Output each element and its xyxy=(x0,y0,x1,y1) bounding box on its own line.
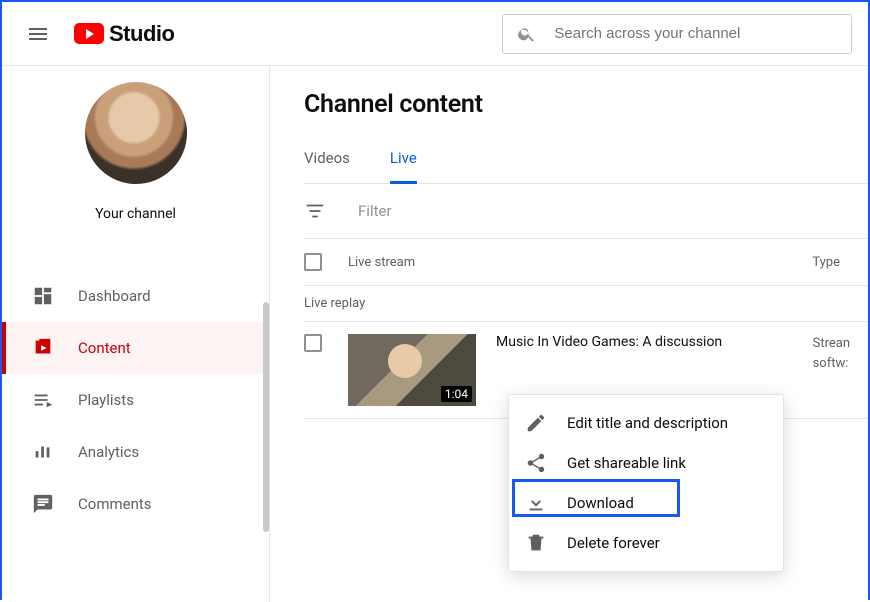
filter-icon xyxy=(304,200,326,222)
type-line: Strean xyxy=(813,334,850,354)
header-bar: Studio xyxy=(2,2,868,66)
thumb-figure xyxy=(388,344,422,378)
menu-item-label: Edit title and description xyxy=(567,414,728,432)
pencil-icon xyxy=(525,412,547,434)
sidebar-item-label: Analytics xyxy=(78,443,139,461)
dashboard-icon xyxy=(32,285,54,307)
menu-item-share[interactable]: Get shareable link xyxy=(509,443,783,483)
sidebar-item-comments[interactable]: Comments xyxy=(2,478,269,530)
table-header: Live stream Type xyxy=(304,239,868,285)
menu-item-label: Download xyxy=(567,494,634,512)
context-menu: Edit title and description Get shareable… xyxy=(508,394,784,572)
select-all-checkbox[interactable] xyxy=(304,253,322,271)
trash-icon xyxy=(525,532,547,554)
sidebar-item-playlists[interactable]: Playlists xyxy=(2,374,269,426)
filter-placeholder: Filter xyxy=(358,202,392,220)
filter-bar[interactable]: Filter xyxy=(304,184,868,239)
channel-avatar[interactable] xyxy=(85,82,187,184)
row-checkbox[interactable] xyxy=(304,334,322,352)
group-live-replay: Live replay xyxy=(304,285,868,321)
page-title: Channel content xyxy=(304,90,868,119)
comments-icon xyxy=(32,493,54,515)
row-type-cell: Strean softw: xyxy=(813,334,868,373)
type-line: softw: xyxy=(813,354,850,374)
video-title[interactable]: Music In Video Games: A discussion xyxy=(496,334,722,350)
sidebar-item-label: Comments xyxy=(78,495,152,513)
share-icon xyxy=(525,452,547,474)
menu-item-edit[interactable]: Edit title and description xyxy=(509,403,783,443)
menu-item-label: Get shareable link xyxy=(567,454,686,472)
analytics-icon xyxy=(32,441,54,463)
channel-label: Your channel xyxy=(2,206,269,222)
search-input[interactable] xyxy=(554,25,837,42)
sidebar-item-label: Content xyxy=(78,339,131,357)
sidebar-nav: Dashboard Content Playlists Analytics Co… xyxy=(2,270,269,530)
search-box[interactable] xyxy=(502,14,852,54)
menu-item-download[interactable]: Download xyxy=(509,483,783,523)
menu-item-label: Delete forever xyxy=(567,534,660,552)
hamburger-icon xyxy=(26,22,50,46)
tab-live[interactable]: Live xyxy=(390,149,417,184)
column-type: Type xyxy=(812,255,868,270)
download-icon xyxy=(525,492,547,514)
studio-logo[interactable]: Studio xyxy=(74,21,174,47)
scrollbar-thumb[interactable] xyxy=(263,302,269,532)
tab-videos[interactable]: Videos xyxy=(304,149,350,183)
sidebar-item-label: Playlists xyxy=(78,391,134,409)
sidebar-item-content[interactable]: Content xyxy=(2,322,269,374)
content-icon xyxy=(32,337,54,359)
content-tabs: Videos Live xyxy=(304,149,868,184)
logo-text: Studio xyxy=(109,21,174,47)
sidebar-item-analytics[interactable]: Analytics xyxy=(2,426,269,478)
duration-badge: 1:04 xyxy=(441,386,472,402)
sidebar-item-label: Dashboard xyxy=(78,287,151,305)
column-live-stream: Live stream xyxy=(348,255,415,270)
sidebar: Your channel Dashboard Content Playlists… xyxy=(2,66,270,602)
youtube-play-icon xyxy=(74,23,104,44)
playlist-icon xyxy=(32,389,54,411)
search-icon xyxy=(517,23,536,45)
video-thumbnail[interactable]: 1:04 xyxy=(348,334,476,406)
menu-toggle-button[interactable] xyxy=(18,14,58,54)
sidebar-item-dashboard[interactable]: Dashboard xyxy=(2,270,269,322)
menu-item-delete[interactable]: Delete forever xyxy=(509,523,783,563)
